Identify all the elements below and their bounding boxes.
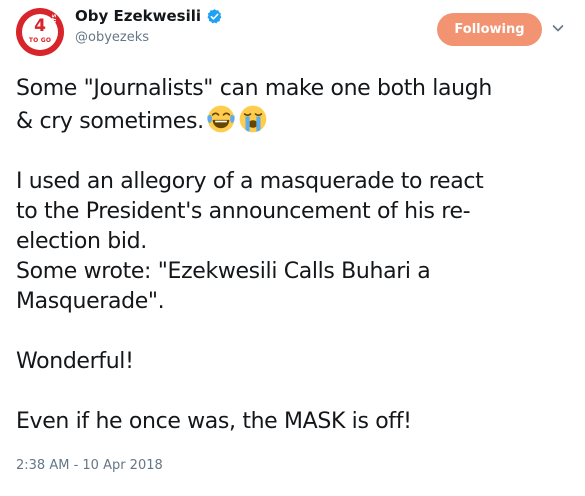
- author-names: Oby Ezekwesili @obyezeks: [75, 5, 223, 45]
- verified-badge-icon: [207, 8, 222, 23]
- tweet-paragraph-2: I used an allegory of a masquerade to re…: [16, 169, 484, 314]
- laughing-with-tears-emoji-icon: [207, 105, 235, 133]
- author-handle[interactable]: @obyezeks: [75, 30, 223, 45]
- display-name[interactable]: Oby Ezekwesili: [75, 7, 201, 25]
- avatar-bottom-text: TO GO: [28, 37, 52, 44]
- tweet-text-line-2: & cry sometimes.: [16, 109, 204, 134]
- tweet-text: Some "Journalists" can make one both lau…: [16, 74, 576, 437]
- avatar[interactable]: 4 TO GO DAYS: [16, 8, 64, 56]
- tweet-text-line-1: Some "Journalists" can make one both lau…: [16, 76, 492, 101]
- chevron-down-icon[interactable]: [552, 22, 564, 34]
- tweet-header: 4 TO GO DAYS Oby Ezekwesili @obyezeks Fo…: [0, 0, 585, 62]
- tweet-paragraph-3: Wonderful!: [16, 349, 134, 374]
- avatar-side-text: DAYS: [52, 14, 58, 29]
- tweet-paragraph-4: Even if he once was, the MASK is off!: [16, 409, 412, 434]
- tweet-timestamp[interactable]: 2:38 AM - 10 Apr 2018: [16, 458, 163, 473]
- following-button[interactable]: Following: [437, 13, 542, 46]
- crying-emoji-icon: [239, 105, 267, 133]
- display-name-row: Oby Ezekwesili: [75, 5, 223, 27]
